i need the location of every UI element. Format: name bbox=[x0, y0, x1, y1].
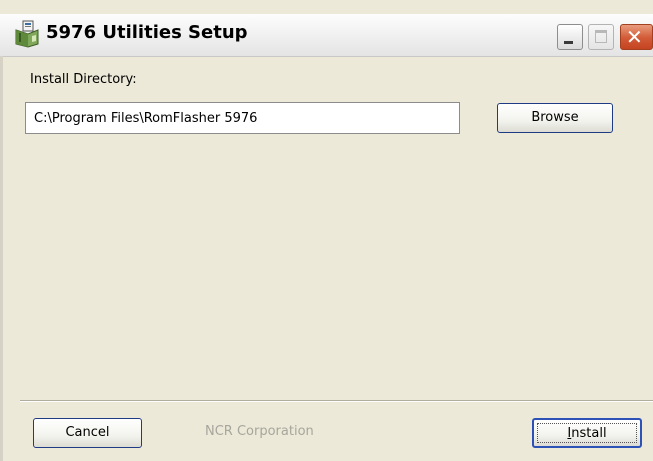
close-button[interactable]: ✕ bbox=[620, 24, 653, 50]
minimize-icon bbox=[564, 41, 573, 44]
browse-button[interactable]: Browse bbox=[497, 103, 613, 133]
footer-divider bbox=[20, 400, 653, 402]
setup-package-icon bbox=[14, 20, 40, 48]
setup-window: 5976 Utilities Setup ✕ Install Directory… bbox=[0, 0, 653, 461]
company-name: NCR Corporation bbox=[205, 424, 314, 439]
window-title: 5976 Utilities Setup bbox=[46, 22, 248, 43]
install-button-label: Install bbox=[567, 426, 606, 441]
cancel-button[interactable]: Cancel bbox=[33, 418, 142, 448]
window-frame-left bbox=[0, 56, 3, 461]
install-directory-label: Install Directory: bbox=[30, 72, 137, 87]
install-label-rest: nstall bbox=[571, 426, 607, 441]
maximize-button bbox=[588, 24, 614, 50]
minimize-button[interactable] bbox=[557, 24, 583, 50]
maximize-icon bbox=[595, 30, 607, 43]
install-directory-field[interactable] bbox=[25, 102, 460, 134]
title-bar[interactable]: 5976 Utilities Setup ✕ bbox=[0, 14, 653, 57]
close-icon: ✕ bbox=[626, 25, 643, 49]
install-button[interactable]: Install bbox=[532, 418, 642, 448]
